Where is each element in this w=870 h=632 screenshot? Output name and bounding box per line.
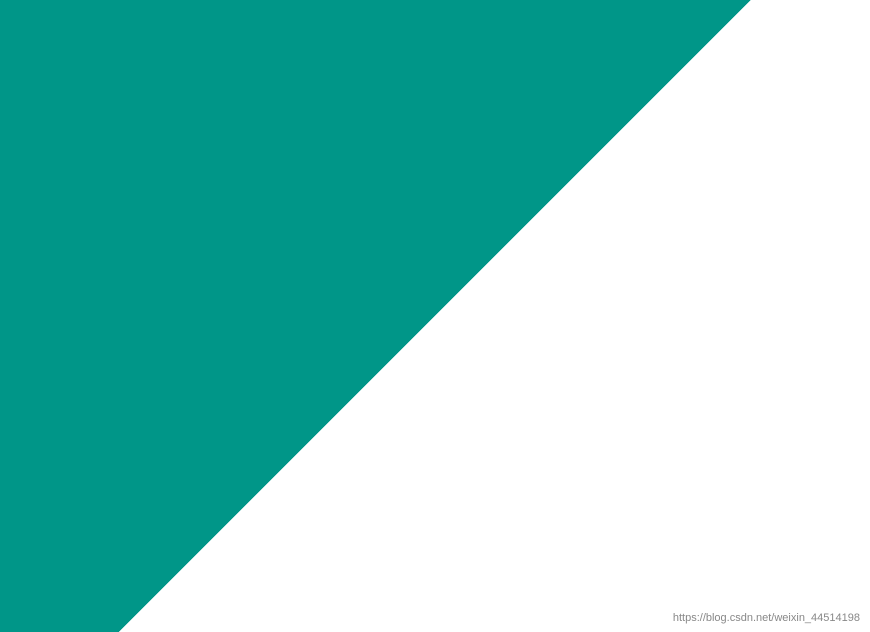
template-grid: No Activity ← ⋮ + Basic Activity — [0, 163, 870, 516]
fullscreen-preview: ← ⤢ — [31, 386, 208, 516]
template-fullscreen[interactable]: ← ⤢ Fullscreen Activity — [20, 375, 219, 516]
diagonal-design — [79, 406, 159, 506]
fullscreen-phone: ← ⤢ — [79, 406, 159, 506]
dialog: Select a Project Template Phone and Tabl… — [0, 28, 870, 632]
fullscreen-body — [79, 406, 159, 506]
content: No Activity ← ⋮ + Basic Activity — [0, 163, 870, 632]
